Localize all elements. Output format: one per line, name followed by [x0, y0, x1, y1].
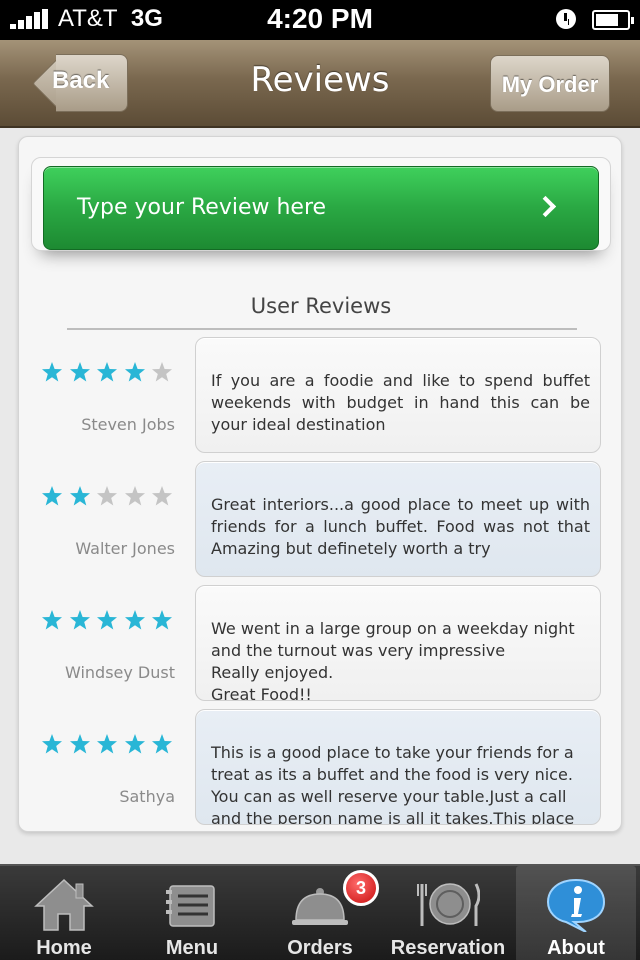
review-text-bubble[interactable]: If you are a foodie and like to spend bu… — [195, 337, 601, 453]
review-text-bubble[interactable]: We went in a large group on a weekday ni… — [195, 585, 601, 701]
star-filled-icon — [152, 734, 172, 754]
battery-icon — [592, 10, 634, 30]
reviewer-name: Walter Jones — [75, 539, 175, 558]
reviews-card: Type your Review here User Reviews Steve… — [18, 136, 622, 832]
my-order-button[interactable]: My Order — [490, 55, 610, 112]
review-text: Great interiors...a good place to meet u… — [211, 495, 590, 558]
tab-menu[interactable]: Menu — [128, 866, 256, 960]
menu-icon — [166, 885, 215, 927]
navigation-bar: Back Reviews My Order — [0, 40, 640, 128]
tab-bar: Home Menu Orders Reservation About — [0, 864, 640, 960]
review-row: Walter Jones Great interiors...a good pl… — [19, 461, 623, 579]
info-icon — [546, 878, 606, 932]
chevron-right-icon — [534, 195, 557, 218]
star-empty-icon — [152, 362, 172, 382]
section-title: User Reviews — [250, 294, 392, 318]
star-empty-icon — [124, 486, 145, 506]
star-filled-icon — [42, 734, 62, 754]
status-time: 4:20 PM — [267, 3, 373, 34]
review-text-bubble[interactable]: Great interiors...a good place to meet u… — [195, 461, 601, 577]
star-rating — [41, 609, 181, 633]
star-filled-icon — [69, 486, 90, 506]
star-filled-icon — [97, 610, 117, 630]
status-bar: AT&T 3G 4:20 PM — [0, 0, 640, 40]
star-rating — [41, 485, 181, 509]
star-filled-icon — [97, 362, 117, 382]
review-row: Steven Jobs If you are a foodie and like… — [19, 337, 623, 455]
star-filled-icon — [42, 486, 62, 506]
alarm-clock-icon — [556, 9, 576, 29]
review-row: Windsey Dust We went in a large group on… — [19, 585, 623, 703]
review-text: This is a good place to take your friend… — [211, 743, 575, 825]
star-filled-icon — [124, 362, 145, 382]
star-filled-icon — [69, 734, 90, 754]
star-empty-icon — [152, 486, 172, 506]
reviewer-name: Steven Jobs — [81, 415, 175, 434]
back-button-label: Back — [52, 67, 110, 94]
star-filled-icon — [97, 734, 117, 754]
star-empty-icon — [97, 486, 117, 506]
plate-icon — [417, 883, 480, 926]
write-review-button[interactable]: Type your Review here — [43, 166, 599, 250]
star-filled-icon — [42, 362, 62, 382]
star-filled-icon — [69, 610, 90, 630]
review-text: We went in a large group on a weekday ni… — [211, 619, 575, 701]
star-filled-icon — [124, 610, 145, 630]
star-rating — [41, 361, 181, 385]
tab-about[interactable]: About — [516, 866, 636, 960]
review-text-bubble[interactable]: This is a good place to take your friend… — [195, 709, 601, 825]
home-icon — [34, 878, 94, 931]
tab-home[interactable]: Home — [0, 866, 128, 960]
review-text: If you are a foodie and like to spend bu… — [211, 371, 590, 434]
write-review-container: Type your Review here — [31, 157, 611, 251]
reviewer-name: Sathya — [119, 787, 175, 806]
star-filled-icon — [152, 610, 172, 630]
star-rating — [41, 733, 181, 757]
orders-count-badge: 3 — [343, 870, 379, 906]
write-review-label: Type your Review here — [77, 195, 327, 220]
star-filled-icon — [124, 734, 145, 754]
star-filled-icon — [69, 362, 90, 382]
star-filled-icon — [42, 610, 62, 630]
review-row: Sathya This is a good place to take your… — [19, 709, 623, 827]
divider — [67, 328, 577, 330]
reviewer-name: Windsey Dust — [64, 663, 175, 682]
tab-reservation[interactable]: Reservation — [384, 866, 512, 960]
